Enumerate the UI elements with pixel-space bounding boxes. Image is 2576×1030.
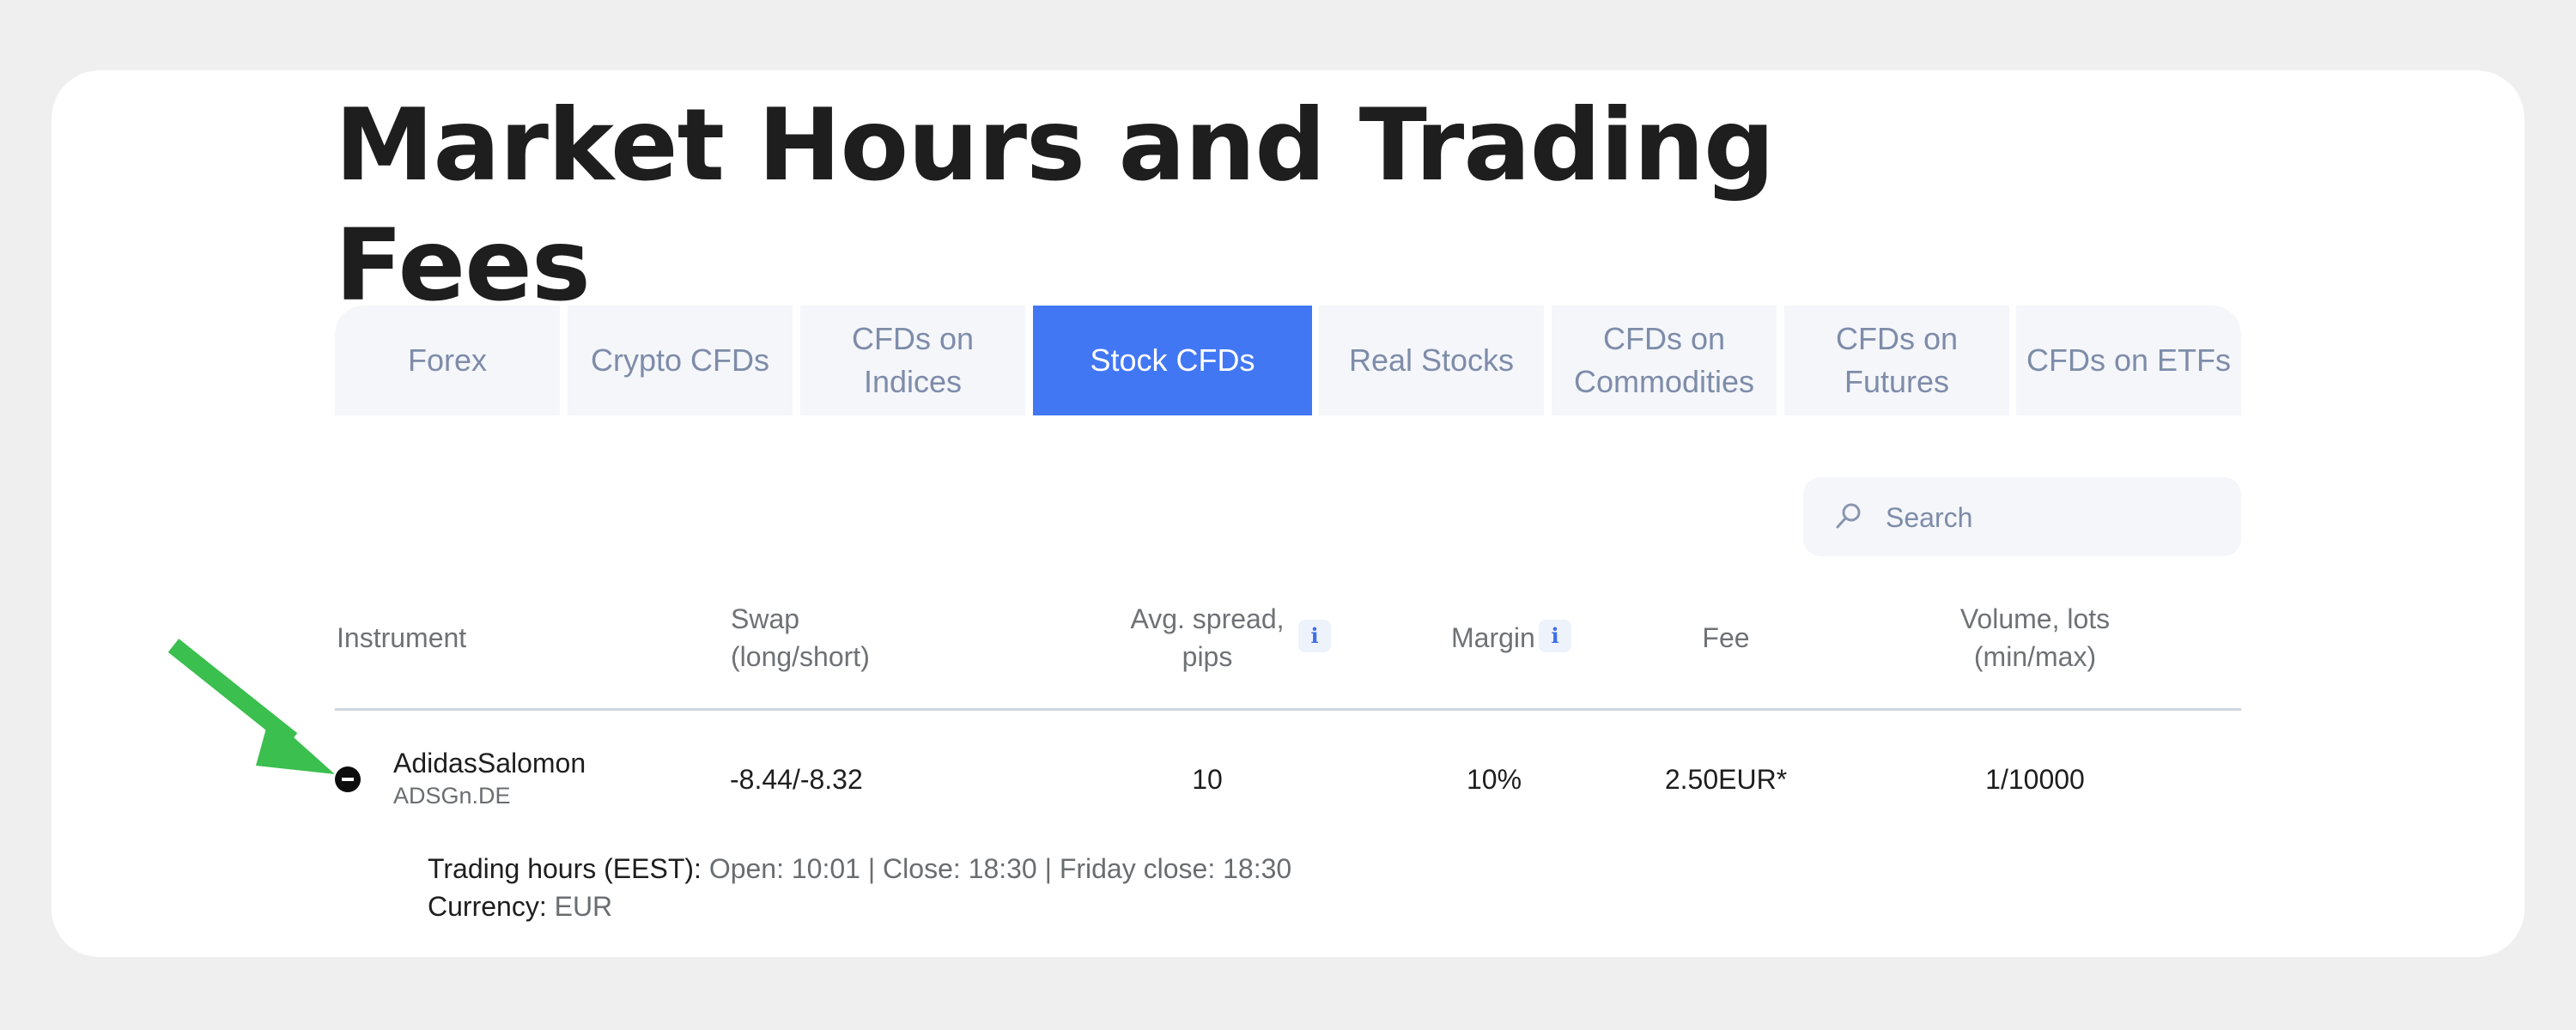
tab-cfds-on-commodities[interactable]: CFDs on Commodities	[1552, 306, 1777, 415]
currency: Currency: EUR	[428, 888, 612, 925]
margin-value: 10%	[1466, 764, 1522, 795]
spread-info-icon[interactable]: i	[1298, 620, 1331, 652]
search-icon	[1836, 503, 1861, 529]
header-avg-spread: Avg. spread, pips	[1121, 600, 1293, 676]
table-divider	[335, 708, 2241, 711]
tab-forex[interactable]: Forex	[335, 306, 560, 415]
header-spread-line1: Avg. spread,	[1130, 603, 1285, 634]
trading-hours-label: Trading hours (EEST):	[428, 853, 702, 884]
tab-crypto-cfds[interactable]: Crypto CFDs	[568, 306, 793, 415]
header-margin: Margin	[1451, 622, 1535, 653]
header-swap: Swap (long/short)	[731, 600, 870, 676]
search-box	[1803, 477, 2241, 556]
annotation-arrow-icon	[167, 639, 335, 774]
tab-cfds-on-futures[interactable]: CFDs on Futures	[1784, 306, 2009, 415]
page-title: Market Hours and Trading Fees	[335, 88, 1775, 324]
header-spread-line2: pips	[1182, 641, 1233, 672]
currency-value: EUR	[554, 891, 613, 922]
volume-value: 1/10000	[1985, 764, 2085, 795]
instrument-name: AdidasSalomon	[393, 748, 586, 779]
header-volume-line1: Volume, lots	[1959, 603, 2111, 634]
tab-real-stocks[interactable]: Real Stocks	[1319, 306, 1544, 415]
search-input[interactable]	[1884, 491, 2222, 544]
header-volume: Volume, lots (min/max)	[1915, 600, 2155, 676]
currency-label: Currency:	[428, 891, 547, 922]
tab-stock-cfds[interactable]: Stock CFDs	[1033, 306, 1312, 415]
instrument-code: ADSGn.DE	[393, 783, 511, 809]
fee-value: 2.50EUR*	[1664, 764, 1788, 795]
instrument-cell: AdidasSalomon ADSGn.DE	[393, 746, 586, 811]
tab-cfds-on-etfs[interactable]: CFDs on ETFs	[2016, 306, 2241, 415]
trading-hours: Trading hours (EEST): Open: 10:01 | Clos…	[428, 850, 1291, 888]
margin-info-icon[interactable]: i	[1539, 620, 1571, 652]
spread-value: 10	[1192, 764, 1223, 795]
tab-cfds-on-indices[interactable]: CFDs on Indices	[800, 306, 1025, 415]
swap-value: -8.44/-8.32	[730, 764, 863, 795]
trading-hours-value: Open: 10:01 | Close: 18:30 | Friday clos…	[708, 853, 1292, 884]
header-swap-line1: Swap	[731, 603, 800, 634]
header-fee: Fee	[1702, 622, 1750, 653]
header-volume-line2: (min/max)	[1973, 641, 2097, 672]
header-swap-line2: (long/short)	[731, 641, 870, 672]
category-tabs: Forex Crypto CFDs CFDs on Indices Stock …	[335, 306, 2241, 415]
